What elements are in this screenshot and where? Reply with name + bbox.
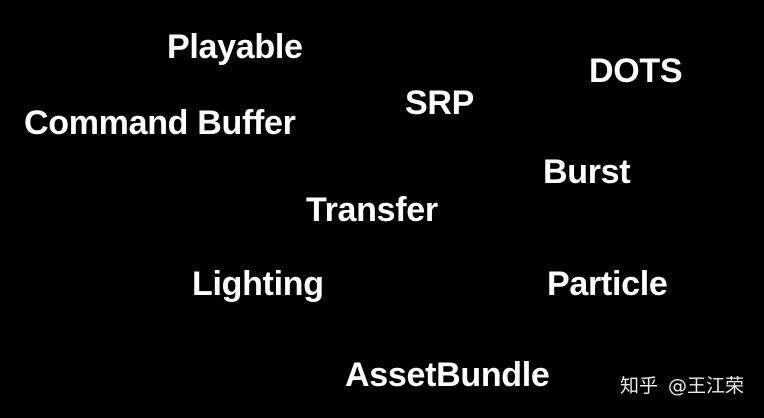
term-burst: Burst: [543, 153, 631, 191]
term-lighting: Lighting: [192, 265, 324, 303]
watermark-author: @王江荣: [667, 375, 744, 397]
term-transfer: Transfer: [306, 191, 438, 229]
term-srp: SRP: [405, 84, 475, 122]
word-cloud-canvas: Playable DOTS SRP Command Buffer Burst T…: [0, 0, 764, 418]
watermark: 知乎 @王江荣: [620, 377, 744, 396]
watermark-site: 知乎: [619, 375, 658, 397]
term-playable: Playable: [167, 28, 303, 66]
term-dots: DOTS: [589, 52, 683, 90]
term-particle: Particle: [547, 265, 668, 303]
term-command-buffer: Command Buffer: [24, 104, 296, 142]
term-asset-bundle: AssetBundle: [345, 356, 550, 394]
